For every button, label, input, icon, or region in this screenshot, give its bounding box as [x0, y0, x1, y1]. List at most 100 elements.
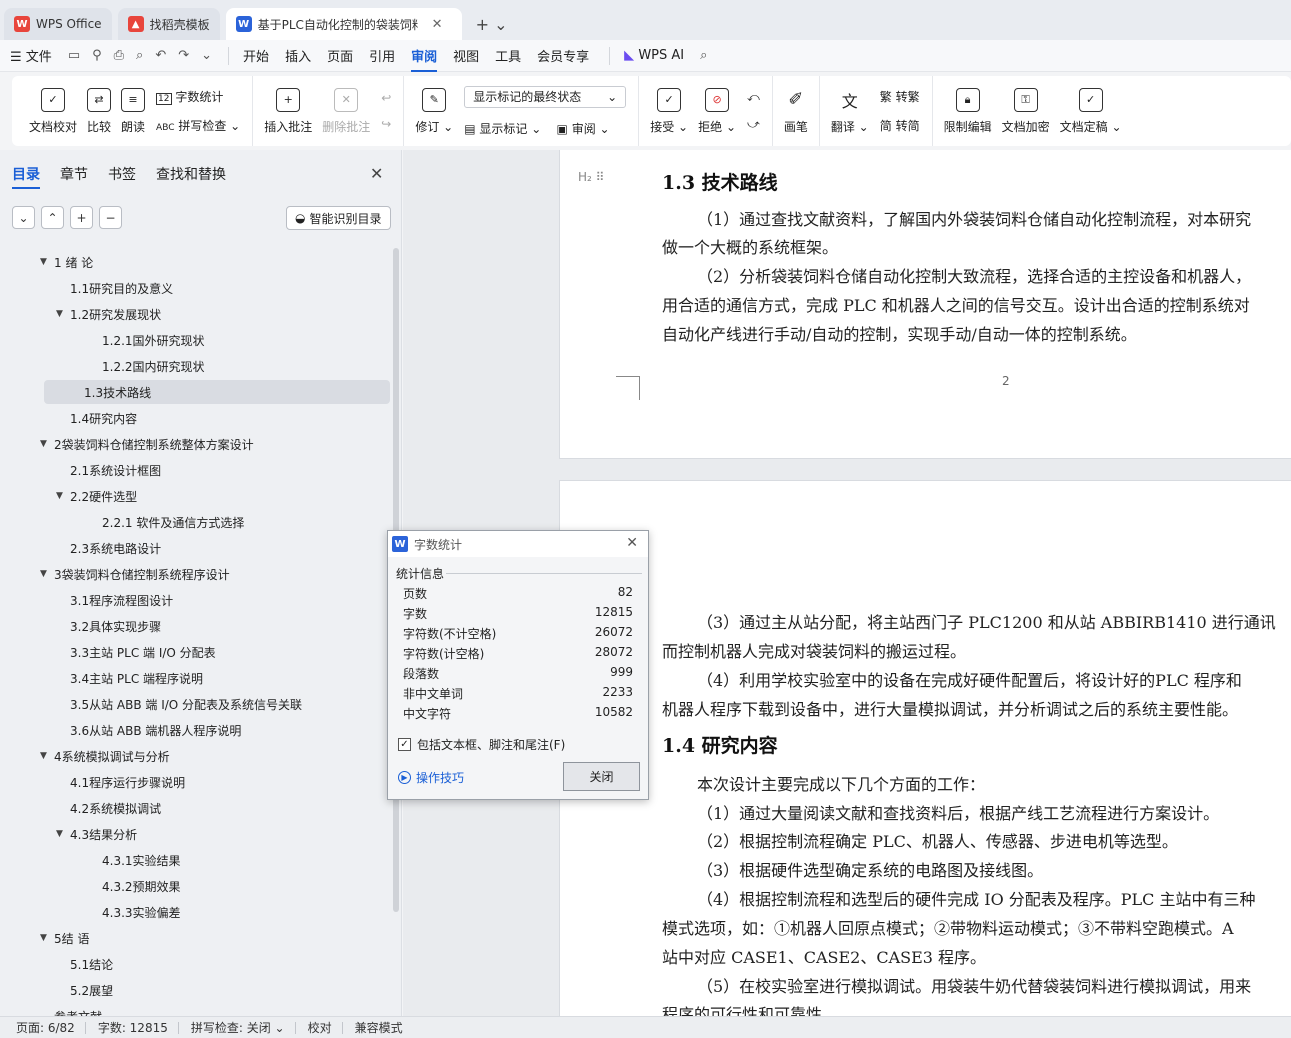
remove-heading-icon[interactable]: − — [99, 206, 122, 229]
smart-toc-button[interactable]: ◒ 智能识别目录 — [286, 206, 391, 230]
menu-reference[interactable]: 引用 — [369, 46, 395, 65]
collapse-icon[interactable]: ⌄ — [12, 206, 35, 229]
markup-state-select[interactable]: 显示标记的最终状态 ⌄ — [464, 85, 627, 108]
toc-item[interactable]: 1.1研究目的及意义 — [56, 276, 173, 300]
redo-icon[interactable]: ↷ — [178, 48, 189, 63]
doc-check-button[interactable]: ✓ 文档校对 — [29, 87, 77, 135]
caret-down-icon[interactable]: ▼ — [56, 491, 70, 501]
toc-item[interactable]: 3.3主站 PLC 端 I/O 分配表 — [56, 640, 216, 664]
toc-item[interactable]: 4.3.2预期效果 — [88, 874, 181, 898]
toc-item[interactable]: 5.2展望 — [56, 978, 113, 1002]
nav-tab-bookmarks[interactable]: 书签 — [108, 164, 136, 189]
menu-wps-ai[interactable]: ◣ WPS AI — [624, 48, 684, 63]
menu-view[interactable]: 视图 — [453, 46, 479, 65]
delete-comment-button[interactable]: ✕ 删除批注 — [322, 87, 370, 135]
toc-item[interactable]: ▼ 4.3结果分析 — [56, 822, 137, 846]
toc-item[interactable]: ▼ 1.2研究发展现状 — [56, 302, 161, 326]
caret-down-icon[interactable]: ▼ — [56, 309, 70, 319]
toc-item[interactable]: ▼ 5结 语 — [40, 926, 89, 950]
accept-button[interactable]: ✓ 接受 ⌄ — [650, 87, 688, 135]
toc-item[interactable]: 1.4研究内容 — [56, 406, 137, 430]
save-icon[interactable]: ▭ — [68, 48, 80, 63]
menu-start[interactable]: 开始 — [243, 46, 269, 65]
search-icon[interactable]: ⌕ — [700, 48, 707, 63]
toc-item[interactable]: ▼ 2.2硬件选型 — [56, 484, 137, 508]
reject-button[interactable]: ⊘ 拒绝 ⌄ — [698, 87, 736, 135]
toc-item[interactable]: 4.2系统模拟调试 — [56, 796, 161, 820]
review-pane-button[interactable]: ▣ 审阅 ⌄ — [557, 122, 610, 136]
close-icon[interactable]: ✕ — [370, 164, 383, 183]
spell-check-status[interactable]: 拼写检查: 关闭 ⌄ — [191, 1019, 285, 1036]
menu-page[interactable]: 页面 — [327, 46, 353, 65]
page-indicator[interactable]: 页面: 6/82 — [16, 1019, 75, 1036]
toc-item[interactable]: 2.1系统设计框图 — [56, 458, 161, 482]
toc-item[interactable]: 3.5从站 ABB 端 I/O 分配表及系统信号关联 — [56, 692, 302, 716]
caret-down-icon[interactable]: ▼ — [40, 569, 54, 579]
toc-item[interactable]: 1.3技术路线 — [44, 380, 390, 404]
tab-wps-office[interactable]: W WPS Office — [4, 8, 112, 40]
toc-item[interactable]: ▼ 4系统模拟调试与分析 — [40, 744, 170, 768]
menu-review[interactable]: 审阅 — [411, 46, 438, 72]
toc-item[interactable]: 3.4主站 PLC 端程序说明 — [56, 666, 203, 690]
word-count-indicator[interactable]: 字数: 12815 — [98, 1019, 168, 1036]
menu-file[interactable]: ☰ 文件 — [10, 46, 52, 65]
caret-down-icon[interactable]: ▼ — [40, 751, 54, 761]
caret-down-icon[interactable]: ▼ — [40, 933, 54, 943]
close-tab-icon[interactable]: ✕ — [432, 17, 443, 32]
word-count-button[interactable]: 12 字数统计 — [156, 88, 240, 105]
toc-item[interactable]: 4.1程序运行步骤说明 — [56, 770, 185, 794]
nav-tab-find-replace[interactable]: 查找和替换 — [156, 164, 226, 189]
add-heading-icon[interactable]: + — [70, 206, 93, 229]
toc-item[interactable]: ▼ 3袋装饲料仓储控制系统程序设计 — [40, 562, 230, 586]
next-change-icon[interactable]: ⤻ — [747, 117, 760, 132]
toc-item[interactable]: 1.2.1国外研究现状 — [88, 328, 205, 352]
prev-comment-icon[interactable]: ↩ — [381, 91, 391, 105]
tab-document[interactable]: W 基于PLC自动化控制的袋装饲料 ✕ — [225, 8, 462, 40]
more-icon[interactable]: ⌄ — [201, 48, 212, 63]
read-aloud-button[interactable]: ≡ 朗读 — [121, 87, 145, 135]
caret-down-icon[interactable]: ▼ — [56, 829, 70, 839]
proof-status[interactable]: 校对 — [308, 1019, 332, 1036]
toc-item[interactable]: ▼ 1 绪 论 — [40, 250, 93, 274]
insert-comment-button[interactable]: + 插入批注 — [264, 87, 312, 135]
menu-insert[interactable]: 插入 — [285, 46, 311, 65]
share-icon[interactable]: ⚲ — [92, 48, 102, 63]
toc-item[interactable]: 1.2.2国内研究现状 — [88, 354, 205, 378]
encrypt-button[interactable]: ⚿ 文档加密 — [1002, 87, 1050, 135]
toc-item[interactable]: 3.1程序流程图设计 — [56, 588, 173, 612]
print-preview-icon[interactable]: ⌕ — [136, 48, 143, 63]
close-button[interactable]: 关闭 — [563, 762, 640, 791]
to-traditional-button[interactable]: 繁 转繁 — [880, 88, 920, 105]
caret-down-icon[interactable]: ▼ — [40, 439, 54, 449]
toc-item[interactable]: ▼ 2袋装饲料仓储控制系统整体方案设计 — [40, 432, 254, 456]
tab-docer-templates[interactable]: ▲ 找稻壳模板 — [117, 8, 220, 40]
undo-icon[interactable]: ↶ — [155, 48, 166, 63]
print-icon[interactable]: ⎙ — [114, 48, 124, 63]
revise-button[interactable]: ✎ 修订 ⌄ — [415, 87, 453, 135]
menu-member[interactable]: 会员专享 — [537, 46, 589, 65]
tips-link[interactable]: ▶ 操作技巧 — [398, 769, 464, 786]
restrict-edit-button[interactable]: 🔒︎ 限制编辑 — [944, 87, 992, 135]
spell-check-button[interactable]: ABC 拼写检查 ⌄ — [156, 117, 240, 134]
toc-item[interactable]: 4.3.3实验偏差 — [88, 900, 181, 924]
toc-item[interactable]: 参考文献 — [40, 1004, 102, 1017]
prev-change-icon[interactable]: ⤺ — [747, 90, 760, 105]
expand-icon[interactable]: ⌃ — [41, 206, 64, 229]
new-tab-button[interactable]: + ⌄ — [468, 8, 516, 40]
compare-button[interactable]: ⇄ 比较 — [87, 87, 111, 135]
to-simplified-button[interactable]: 简 转简 — [880, 117, 920, 134]
menu-tools[interactable]: 工具 — [495, 46, 521, 65]
pen-button[interactable]: ✐ 画笔 — [784, 88, 808, 135]
nav-tab-toc[interactable]: 目录 — [12, 164, 40, 189]
finalize-button[interactable]: ✓ 文档定稿 ⌄ — [1060, 87, 1122, 135]
toc-item[interactable]: 5.1结论 — [56, 952, 113, 976]
include-textbox-checkbox[interactable]: ✓ 包括文本框、脚注和尾注(F) — [398, 736, 565, 753]
toc-item[interactable]: 3.2具体实现步骤 — [56, 614, 161, 638]
heading-level-icon[interactable]: H₂ ⠿ — [578, 170, 604, 184]
caret-down-icon[interactable]: ▼ — [40, 257, 54, 267]
close-icon[interactable]: ✕ — [626, 535, 638, 551]
show-markup-button[interactable]: ▤ 显示标记 ⌄ — [464, 122, 541, 136]
toc-item[interactable]: 2.3系统电路设计 — [56, 536, 161, 560]
translate-button[interactable]: 文翻译 ⌄ — [831, 88, 869, 135]
toc-item[interactable]: 2.2.1 软件及通信方式选择 — [88, 510, 244, 534]
